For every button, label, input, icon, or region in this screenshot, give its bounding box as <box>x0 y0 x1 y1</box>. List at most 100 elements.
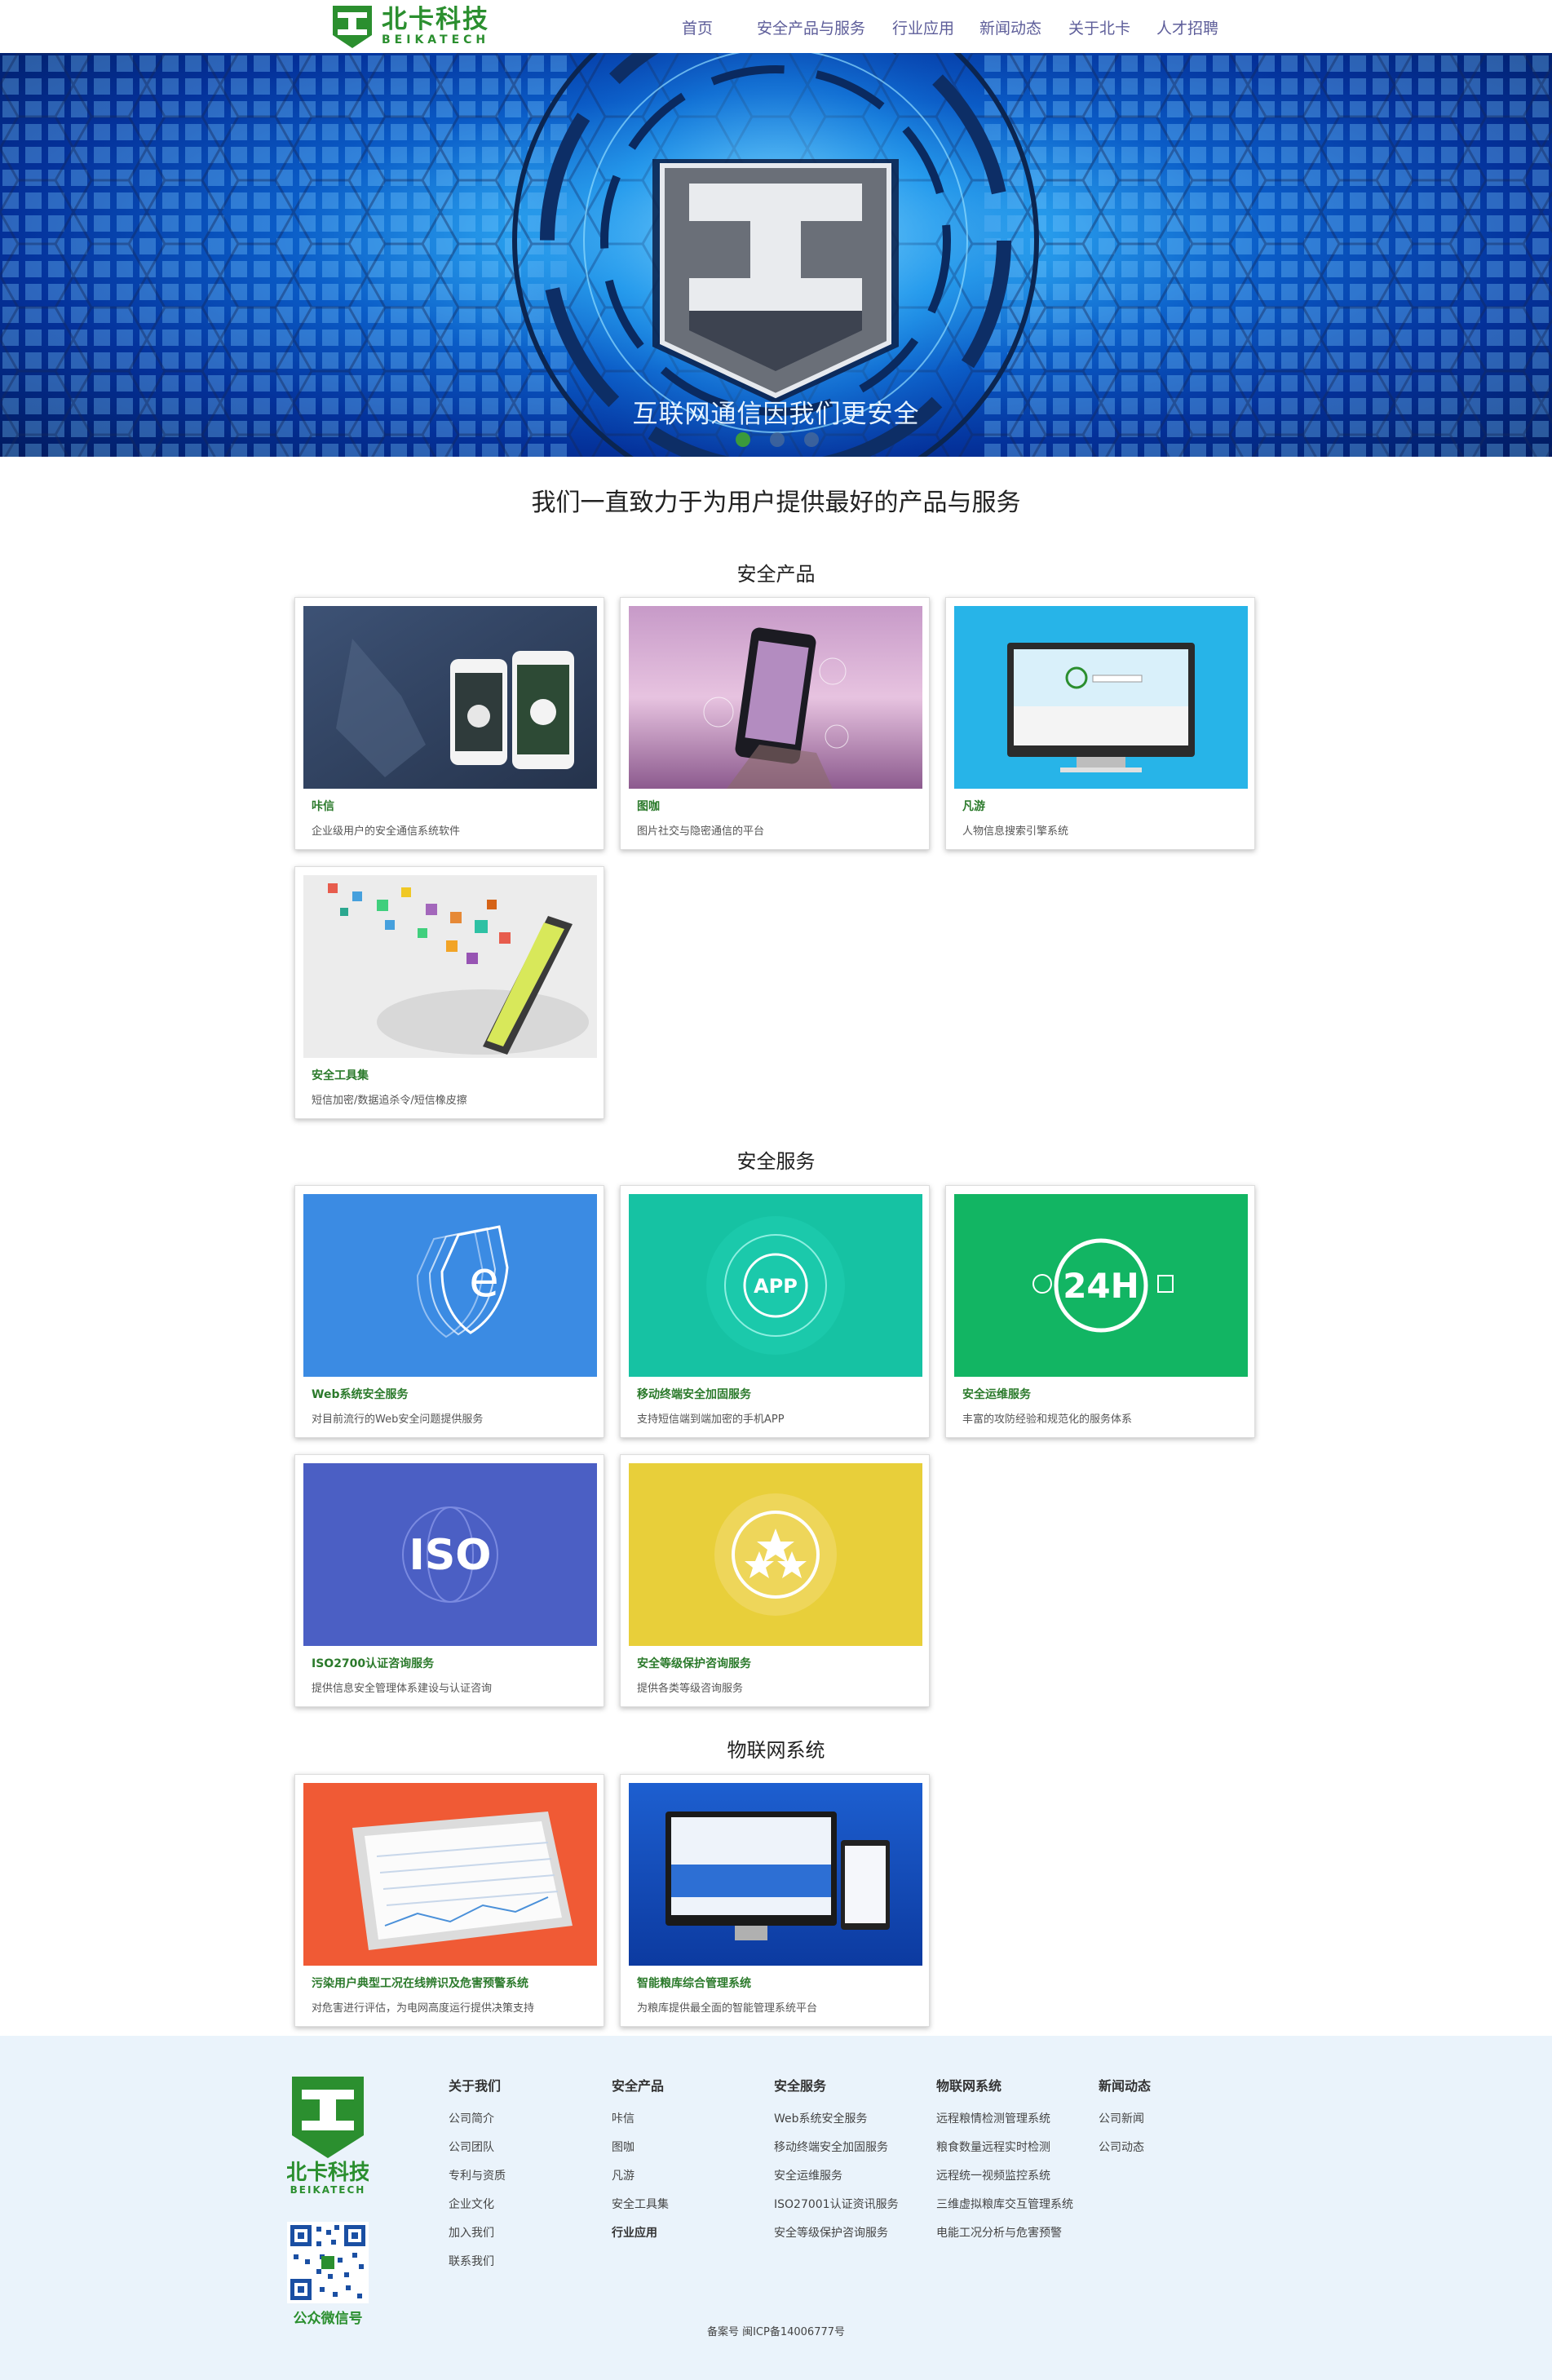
nav-home[interactable]: 首页 <box>682 16 713 38</box>
wechat-qr-code <box>287 2222 369 2303</box>
footer-col-title: 安全产品 <box>612 2078 665 2094</box>
footer-link-grain-quantity[interactable]: 粮食数量远程实时检测 <box>936 2139 1073 2168</box>
nav-industry[interactable]: 行业应用 <box>892 16 954 38</box>
section-title-iot: 物联网系统 <box>727 1739 825 1762</box>
card-description: 图片社交与隐密通信的平台 <box>637 825 765 838</box>
card-title: 安全运维服务 <box>962 1388 1031 1401</box>
nav-about[interactable]: 关于北卡 <box>1068 16 1130 38</box>
footer-col-title: 安全服务 <box>774 2078 827 2094</box>
nav-careers[interactable]: 人才招聘 <box>1156 16 1218 38</box>
footer-link-kaxin[interactable]: 咔信 <box>612 2111 669 2139</box>
card-title: 移动终端安全加固服务 <box>637 1388 751 1401</box>
card-description: 对目前流行的Web安全问题提供服务 <box>312 1413 484 1426</box>
nav-news[interactable]: 新闻动态 <box>979 16 1041 38</box>
footer-link-toolkit[interactable]: 安全工具集 <box>612 2196 669 2225</box>
service-card-ops[interactable]: 24H 安全运维服务 丰富的攻防经验和规范化的服务体系 <box>945 1185 1255 1438</box>
footer-link-contact[interactable]: 联系我们 <box>449 2254 506 2282</box>
card-title: 咔信 <box>312 800 334 813</box>
footer-link-tuka[interactable]: 图咖 <box>612 2139 669 2168</box>
service-card-iso[interactable]: ISO ISO2700认证咨询服务 提供信息安全管理体系建设与认证咨询 <box>294 1454 604 1707</box>
card-title: 污染用户典型工况在线辨识及危害预警系统 <box>312 1977 528 1990</box>
nav-products-services[interactable]: 安全产品与服务 <box>757 16 865 38</box>
grain-system-image <box>629 1783 922 1966</box>
logo-shield-icon <box>333 6 372 48</box>
card-title: 图咖 <box>637 800 660 813</box>
hero-banner[interactable]: 互联网通信因我们更安全 <box>0 53 1552 457</box>
site-logo[interactable]: 北卡科技 BEIKATECH <box>329 2 509 51</box>
footer-col-products: 安全产品 咔信 图咖 凡游 安全工具集 行业应用 <box>612 2075 669 2254</box>
carousel-dot-3[interactable] <box>804 432 819 447</box>
footer-link-iso[interactable]: ISO27001认证资讯服务 <box>774 2196 899 2225</box>
iot-card-pollution[interactable]: 污染用户典型工况在线辨识及危害预警系统 对危害进行评估，为电网高度运行提供决策支… <box>294 1774 604 2027</box>
iso-consulting-image: ISO <box>303 1463 597 1646</box>
service-card-mobile[interactable]: APP 移动终端安全加固服务 支持短信端到端加密的手机APP <box>620 1185 930 1438</box>
footer-link-ops[interactable]: 安全运维服务 <box>774 2168 899 2196</box>
card-description: 人物信息搜索引擎系统 <box>962 825 1069 838</box>
page-tagline: 我们一直致力于为用户提供最好的产品与服务 <box>531 489 1021 517</box>
iso-label: ISO <box>409 1531 491 1580</box>
product-card-tuka[interactable]: 图咖 图片社交与隐密通信的平台 <box>620 597 930 850</box>
carousel-dot-1[interactable] <box>736 432 750 447</box>
footer-link-web[interactable]: Web系统安全服务 <box>774 2111 899 2139</box>
footer-link-power[interactable]: 电能工况分析与危害预警 <box>936 2225 1073 2254</box>
card-description: 丰富的攻防经验和规范化的服务体系 <box>962 1413 1133 1426</box>
footer-logo-cn: 北卡科技 <box>287 2161 369 2185</box>
carousel-dot-2[interactable] <box>770 432 785 447</box>
card-title: 安全工具集 <box>312 1069 369 1082</box>
pollution-system-image <box>303 1783 597 1966</box>
footer-logo[interactable]: 北卡科技 BEIKATECH <box>287 2073 369 2196</box>
card-description: 短信加密/数据追杀令/短信橡皮擦 <box>312 1095 467 1107</box>
footer-link-join[interactable]: 加入我们 <box>449 2225 506 2254</box>
footer-link-patents[interactable]: 专利与资质 <box>449 2168 506 2196</box>
footer-logo-en: BEIKATECH <box>290 2184 366 2196</box>
security-ops-image: 24H <box>954 1194 1248 1377</box>
footer-link-3d[interactable]: 三维虚拟粮库交互管理系统 <box>936 2196 1073 2225</box>
service-card-web[interactable]: e Web系统安全服务 对目前流行的Web安全问题提供服务 <box>294 1185 604 1438</box>
card-description: 提供各类等级咨询服务 <box>637 1683 744 1695</box>
toolkit-image <box>303 875 597 1058</box>
app-label: APP <box>754 1275 798 1298</box>
card-title: 智能粮库综合管理系统 <box>637 1977 751 1990</box>
icp-record: 备案号 闽ICP备14006777号 <box>706 2326 846 2338</box>
card-description: 提供信息安全管理体系建设与认证咨询 <box>312 1683 493 1695</box>
level-protection-image <box>629 1463 922 1646</box>
kaxin-image <box>303 606 597 789</box>
footer-col-about: 关于我们 公司简介 公司团队 专利与资质 企业文化 加入我们 联系我们 <box>449 2075 506 2282</box>
site-footer: 北卡科技 BEIKATECH 公众微信号 关于我们 公司简介 公司团队 专利与资… <box>0 2036 1552 2380</box>
footer-col-title: 新闻动态 <box>1099 2078 1152 2094</box>
section-title-services: 安全服务 <box>736 1150 816 1173</box>
logo-chinese-name: 北卡科技 <box>382 5 489 34</box>
footer-link-mobile[interactable]: 移动终端安全加固服务 <box>774 2139 899 2168</box>
footer-link-company-updates[interactable]: 公司动态 <box>1099 2139 1151 2168</box>
section-title-products: 安全产品 <box>736 563 816 586</box>
footer-link-intro[interactable]: 公司简介 <box>449 2111 506 2139</box>
footer-col-news: 新闻动态 公司新闻 公司动态 <box>1099 2075 1151 2168</box>
product-card-toolkit[interactable]: 安全工具集 短信加密/数据追杀令/短信橡皮擦 <box>294 866 604 1119</box>
card-description: 支持短信端到端加密的手机APP <box>637 1413 785 1426</box>
footer-link-grain-monitor[interactable]: 远程粮情检测管理系统 <box>936 2111 1073 2139</box>
card-title: ISO2700认证咨询服务 <box>312 1657 435 1670</box>
footer-link-team[interactable]: 公司团队 <box>449 2139 506 2168</box>
web-security-image: e <box>303 1194 597 1377</box>
footer-link-fanyou[interactable]: 凡游 <box>612 2168 669 2196</box>
card-title: Web系统安全服务 <box>312 1388 409 1401</box>
footer-link-culture[interactable]: 企业文化 <box>449 2196 506 2225</box>
service-card-level[interactable]: 安全等级保护咨询服务 提供各类等级咨询服务 <box>620 1454 930 1707</box>
mobile-hardening-image: APP <box>629 1194 922 1377</box>
footer-link-company-news[interactable]: 公司新闻 <box>1099 2111 1151 2139</box>
hero-caption: 互联网通信因我们更安全 <box>632 400 920 429</box>
site-header: 北卡科技 BEIKATECH 首页 安全产品与服务 行业应用 新闻动态 关于北卡… <box>0 0 1552 53</box>
card-description: 对危害进行评估，为电网高度运行提供决策支持 <box>312 2002 535 2015</box>
h24-label: 24H <box>1063 1266 1139 1306</box>
card-title: 凡游 <box>962 800 985 813</box>
card-description: 为粮库提供最全面的智能管理系统平台 <box>637 2002 818 2015</box>
footer-link-video[interactable]: 远程统一视频监控系统 <box>936 2168 1073 2196</box>
product-card-kaxin[interactable]: 咔信 企业级用户的安全通信系统软件 <box>294 597 604 850</box>
product-card-fanyou[interactable]: 凡游 人物信息搜索引擎系统 <box>945 597 1255 850</box>
footer-col-iot: 物联网系统 远程粮情检测管理系统 粮食数量远程实时检测 远程统一视频监控系统 三… <box>936 2075 1073 2254</box>
footer-link-level[interactable]: 安全等级保护咨询服务 <box>774 2225 899 2254</box>
footer-col-title: 关于我们 <box>449 2078 502 2094</box>
iot-card-grain[interactable]: 智能粮库综合管理系统 为粮库提供最全面的智能管理系统平台 <box>620 1774 930 2027</box>
footer-link-industry[interactable]: 行业应用 <box>612 2225 669 2254</box>
logo-english-name: BEIKATECH <box>382 33 490 46</box>
